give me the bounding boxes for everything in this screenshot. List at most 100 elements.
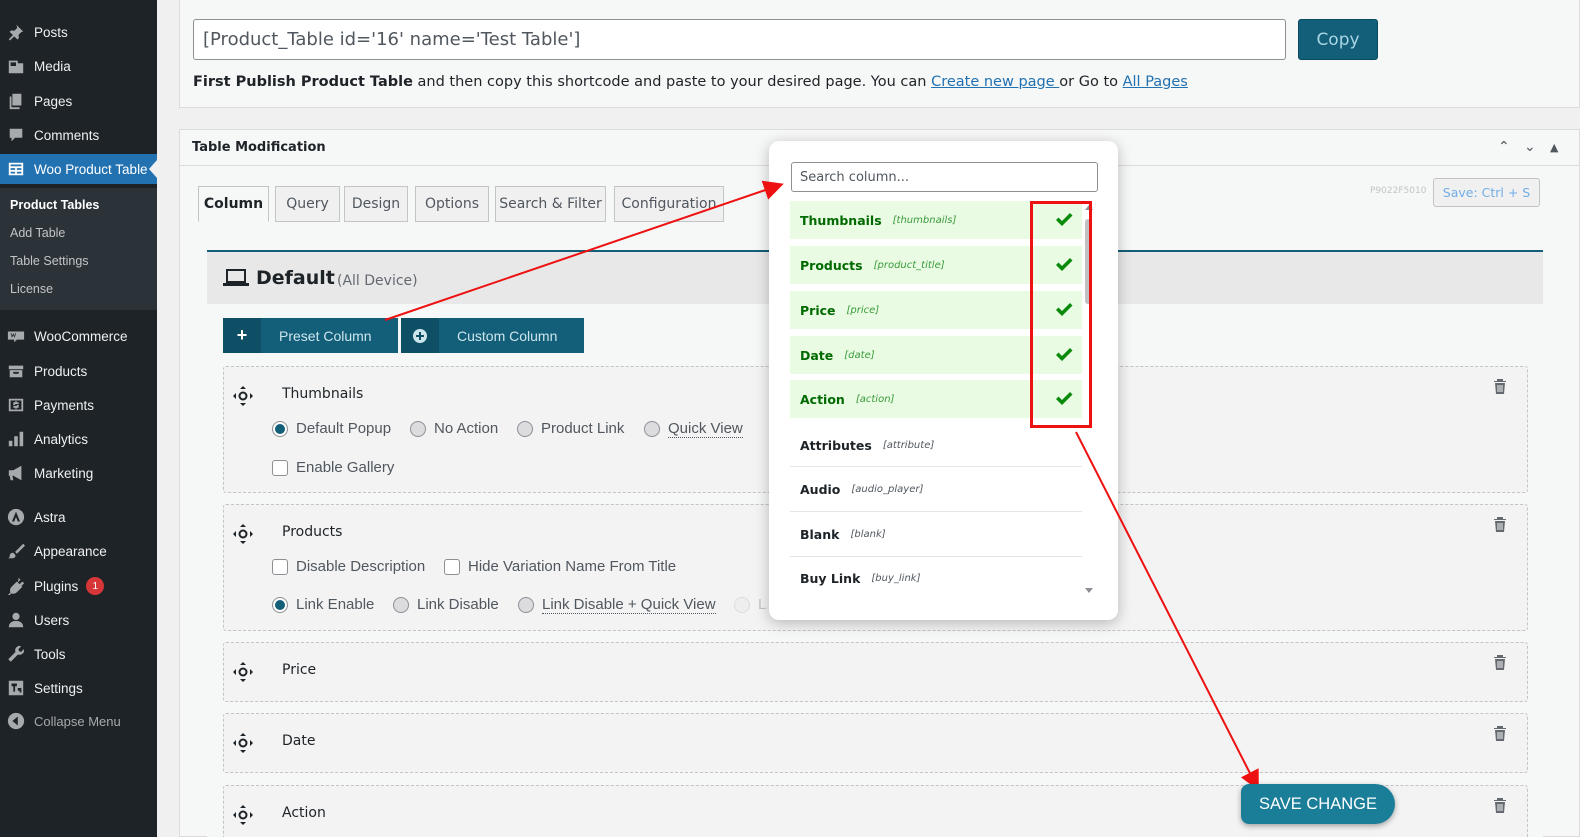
sidebar-item-payments[interactable]: Payments xyxy=(0,390,157,420)
sidebar-item-woocommerce[interactable]: WooCommerce xyxy=(0,321,157,351)
user-icon xyxy=(6,610,26,630)
sidebar-item-products[interactable]: Products xyxy=(0,356,157,386)
collapse-menu-button[interactable]: Collapse Menu xyxy=(0,706,157,736)
custom-column-button[interactable]: Custom Column xyxy=(401,318,584,353)
copy-button[interactable]: Copy xyxy=(1298,19,1378,60)
option-label: Default Popup xyxy=(296,420,392,437)
radio-control[interactable] xyxy=(272,420,288,437)
sidebar-item-plugins[interactable]: Plugins 1 xyxy=(0,571,157,601)
sidebar-item-astra[interactable]: Astra xyxy=(0,502,157,532)
all-pages-link[interactable]: All Pages xyxy=(1123,74,1188,90)
sidebar-item-label: Collapse Menu xyxy=(34,713,121,729)
trash-icon[interactable] xyxy=(1491,724,1509,742)
shortcode-input[interactable] xyxy=(193,19,1286,60)
sidebar-item-label: Marketing xyxy=(34,465,94,481)
checkbox-control[interactable] xyxy=(444,558,460,575)
radio-default-popup[interactable]: Default Popup xyxy=(272,420,391,437)
checkbox-disable-description[interactable]: Disable Description xyxy=(272,558,425,575)
sidebar-item-label: Users xyxy=(34,612,70,628)
sidebar-item-analytics[interactable]: Analytics xyxy=(0,424,157,454)
card-title: Date xyxy=(282,733,316,749)
sidebar-item-label: Woo Product Table xyxy=(34,161,148,177)
move-icon[interactable] xyxy=(232,385,254,407)
checkbox-enable-gallery[interactable]: Enable Gallery xyxy=(272,459,394,476)
save-change-button[interactable]: SAVE CHANGE xyxy=(1241,784,1395,824)
submenu: Product Tables Add Table Table Settings … xyxy=(0,188,157,310)
submenu-license[interactable]: License xyxy=(10,282,53,296)
sidebar-item-appearance[interactable]: Appearance xyxy=(0,536,157,566)
tab-design[interactable]: Design xyxy=(344,186,408,222)
chevron-down-icon[interactable]: ⌄ xyxy=(1524,139,1536,155)
column-option-attributes[interactable]: Attributes [attribute] xyxy=(790,425,1082,467)
radio-control[interactable] xyxy=(410,420,426,437)
custom-column-label: Custom Column xyxy=(457,327,558,344)
add-circle-icon xyxy=(401,318,439,353)
trash-icon[interactable] xyxy=(1491,653,1509,671)
column-option-buy-link[interactable]: Buy Link [buy_link] xyxy=(790,558,1082,599)
submenu-product-tables[interactable]: Product Tables xyxy=(10,198,99,212)
sidebar-item-label: Pages xyxy=(34,93,73,109)
plugin-icon xyxy=(6,576,26,596)
option-label: L xyxy=(758,596,767,613)
card-title: Price xyxy=(282,662,317,678)
astra-icon xyxy=(6,507,26,527)
radio-control[interactable] xyxy=(517,420,533,437)
toggle-panel-icon[interactable]: ▲ xyxy=(1550,141,1558,154)
scroll-down-icon[interactable] xyxy=(1085,588,1093,593)
tab-options[interactable]: Options xyxy=(415,186,489,222)
radio-control[interactable] xyxy=(518,597,534,613)
card-title: Products xyxy=(282,524,343,540)
move-icon[interactable] xyxy=(232,804,254,826)
radio-link-enable[interactable]: Link Enable xyxy=(272,596,374,613)
sidebar-item-comments[interactable]: Comments xyxy=(0,120,157,150)
sidebar-item-users[interactable]: Users xyxy=(0,605,157,635)
tab-column[interactable]: Column xyxy=(198,186,269,222)
create-new-page-link[interactable]: Create new page xyxy=(931,74,1059,90)
tab-configuration[interactable]: Configuration xyxy=(614,186,724,222)
move-icon[interactable] xyxy=(232,661,254,683)
radio-control[interactable] xyxy=(393,596,409,613)
tab-query[interactable]: Query xyxy=(275,186,340,222)
checkbox-control[interactable] xyxy=(272,459,288,476)
chevron-up-icon[interactable]: ⌃ xyxy=(1498,139,1510,155)
radio-quick-view[interactable]: Quick View xyxy=(644,420,743,438)
radio-link-disable-quick-view[interactable]: Link Disable + Quick View xyxy=(518,596,716,614)
tab-search-filter[interactable]: Search & Filter xyxy=(495,186,606,222)
submenu-add-table[interactable]: Add Table xyxy=(10,226,65,240)
woo-icon xyxy=(6,326,26,346)
radio-product-link[interactable]: Product Link xyxy=(517,420,624,437)
sidebar-item-marketing[interactable]: Marketing xyxy=(0,458,157,488)
radio-control[interactable] xyxy=(644,421,660,437)
checkbox-control[interactable] xyxy=(272,558,288,575)
search-column-input[interactable] xyxy=(791,162,1098,192)
save-shortcut-button[interactable]: Save: Ctrl + S xyxy=(1433,178,1540,207)
sidebar-item-woo-product-table[interactable]: Woo Product Table xyxy=(0,154,157,184)
column-name: Action xyxy=(800,391,845,407)
option-label: Disable Description xyxy=(296,558,426,575)
column-key: [blank] xyxy=(850,529,886,540)
radio-link-more[interactable]: L xyxy=(734,596,766,613)
column-name: Thumbnails xyxy=(800,212,882,228)
column-key: [action] xyxy=(855,393,895,405)
option-label: Link Disable + Quick View xyxy=(542,596,716,614)
trash-icon[interactable] xyxy=(1491,796,1509,814)
sidebar-item-media[interactable]: Media xyxy=(0,51,157,81)
sidebar-item-settings[interactable]: Settings xyxy=(0,673,157,703)
radio-control[interactable] xyxy=(272,596,288,613)
brush-icon xyxy=(6,541,26,561)
trash-icon[interactable] xyxy=(1491,515,1509,533)
radio-no-action[interactable]: No Action xyxy=(410,420,498,437)
radio-link-disable[interactable]: Link Disable xyxy=(393,596,499,613)
submenu-table-settings[interactable]: Table Settings xyxy=(10,254,89,268)
sidebar-item-tools[interactable]: Tools xyxy=(0,639,157,669)
move-icon[interactable] xyxy=(232,523,254,545)
sidebar-item-posts[interactable]: Posts xyxy=(0,17,157,47)
preset-column-button[interactable]: + Preset Column xyxy=(223,318,398,353)
radio-control[interactable] xyxy=(734,596,750,613)
checkbox-hide-variation-name[interactable]: Hide Variation Name From Title xyxy=(444,558,676,575)
column-option-audio[interactable]: Audio [audio_player] xyxy=(790,468,1082,512)
move-icon[interactable] xyxy=(232,732,254,754)
sidebar-item-pages[interactable]: Pages xyxy=(0,86,157,116)
trash-icon[interactable] xyxy=(1491,377,1509,395)
column-option-blank[interactable]: Blank [blank] xyxy=(790,513,1082,557)
